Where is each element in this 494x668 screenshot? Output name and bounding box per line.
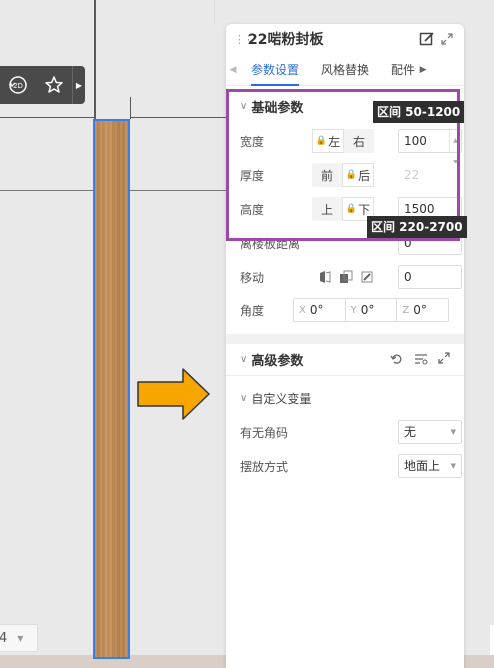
move-label: 移动 bbox=[240, 270, 265, 285]
panel-header[interactable]: ⋮⋮ 22啱粉封板 bbox=[226, 24, 464, 54]
view-select[interactable]: 4 ▼ bbox=[0, 624, 38, 652]
placement-select[interactable]: 地面上 ▼ bbox=[398, 454, 462, 478]
advanced-tools bbox=[390, 352, 450, 366]
height-range-tooltip: 区间 220-2700 bbox=[367, 216, 467, 238]
tab-accessories[interactable]: 配件仓 bbox=[380, 54, 416, 86]
chevron-down-icon: ▼ bbox=[450, 462, 456, 470]
advanced-params-header[interactable]: ∨ 高级参数 bbox=[226, 344, 464, 376]
floating-toolbar: 2D ▶ bbox=[0, 66, 85, 104]
angle-row: 角度 X 0° Y 0° Z 0° bbox=[240, 298, 450, 322]
move-value: 0 bbox=[404, 270, 412, 284]
orange-arrow-icon bbox=[137, 368, 210, 420]
corner-code-value: 无 bbox=[404, 425, 417, 439]
wall-line bbox=[214, 0, 215, 24]
angle-z-value: 0° bbox=[413, 303, 427, 317]
edit-icon bbox=[419, 32, 434, 46]
panel-title: 22啱粉封板 bbox=[248, 32, 324, 48]
placement-value: 地面上 bbox=[404, 459, 441, 473]
list-settings-icon[interactable] bbox=[414, 352, 428, 366]
chevron-down-icon: ▼ bbox=[17, 633, 24, 643]
corner-code-label: 有无角码 bbox=[240, 425, 289, 440]
angle-inputs: X 0° Y 0° Z 0° bbox=[293, 298, 449, 322]
move-input[interactable]: 0 bbox=[398, 265, 462, 289]
panel-tabs: ◀ 参数设置 风格替换 配件仓 ▶ bbox=[226, 54, 464, 86]
star-icon bbox=[45, 76, 63, 93]
wall-line bbox=[0, 190, 93, 191]
angle-x-axis: X bbox=[299, 304, 306, 316]
angle-x-input[interactable]: X 0° bbox=[294, 299, 346, 321]
move-row: 移动 0 bbox=[240, 265, 462, 289]
rotate-2d-button[interactable]: 2D bbox=[0, 66, 36, 104]
view-select-value: 4 bbox=[0, 630, 8, 646]
expand-icon[interactable] bbox=[438, 352, 450, 364]
undo-icon[interactable] bbox=[390, 352, 404, 366]
drag-handle-icon[interactable]: ⋮⋮ bbox=[234, 33, 254, 46]
wall-line bbox=[94, 0, 96, 120]
corner-code-select[interactable]: 无 ▼ bbox=[398, 420, 462, 444]
custom-vars-title: 自定义变量 bbox=[251, 392, 312, 406]
edge-widget bbox=[490, 625, 494, 655]
angle-z-input[interactable]: Z 0° bbox=[397, 299, 448, 321]
wall-line bbox=[130, 190, 226, 191]
fullscreen-button[interactable] bbox=[438, 30, 456, 48]
expand-toolbar-button[interactable]: ▶ bbox=[72, 66, 85, 104]
move-direction-buttons bbox=[317, 269, 375, 285]
expand-arrow-icon: ▶ bbox=[75, 80, 83, 90]
custom-vars-header[interactable]: ∨ 自定义变量 bbox=[240, 390, 311, 407]
angle-y-value: 0° bbox=[360, 303, 375, 317]
angle-z-axis: Z bbox=[402, 304, 410, 316]
wood-sealing-board[interactable] bbox=[93, 119, 130, 659]
chevron-down-icon: ∨ bbox=[240, 393, 248, 404]
move-left-icon[interactable] bbox=[317, 269, 333, 285]
placement-label: 摆放方式 bbox=[240, 459, 289, 474]
wall-line bbox=[130, 117, 226, 118]
move-right-icon[interactable] bbox=[359, 269, 375, 285]
width-range-tooltip: 区间 50-1200 bbox=[373, 101, 465, 123]
expand-icon bbox=[441, 33, 453, 45]
rotate-2d-icon: 2D bbox=[9, 76, 27, 94]
edit-button[interactable] bbox=[418, 30, 436, 48]
placement-row: 摆放方式 地面上 ▼ bbox=[240, 454, 462, 478]
angle-y-axis: Y bbox=[350, 304, 357, 316]
wall-line bbox=[0, 117, 94, 118]
favorite-button[interactable] bbox=[36, 66, 72, 104]
angle-y-input[interactable]: Y 0° bbox=[346, 299, 398, 321]
corner-code-row: 有无角码 无 ▼ bbox=[240, 420, 462, 444]
tab-style-replace[interactable]: 风格替换 bbox=[310, 54, 380, 86]
chevron-down-icon: ∨ bbox=[240, 354, 248, 365]
tab-scroll-right-icon[interactable]: ▶ bbox=[416, 65, 430, 75]
move-center-icon[interactable] bbox=[338, 269, 354, 285]
section-divider bbox=[226, 334, 464, 344]
rotate-2d-label: 2D bbox=[13, 82, 23, 90]
chevron-down-icon: ▼ bbox=[450, 428, 456, 436]
advanced-params-title: 高级参数 bbox=[251, 354, 304, 369]
tab-scroll-left-icon[interactable]: ◀ bbox=[226, 65, 240, 75]
tab-parameter-settings[interactable]: 参数设置 bbox=[240, 54, 310, 86]
angle-x-value: 0° bbox=[309, 303, 324, 317]
wall-line bbox=[130, 97, 131, 119]
